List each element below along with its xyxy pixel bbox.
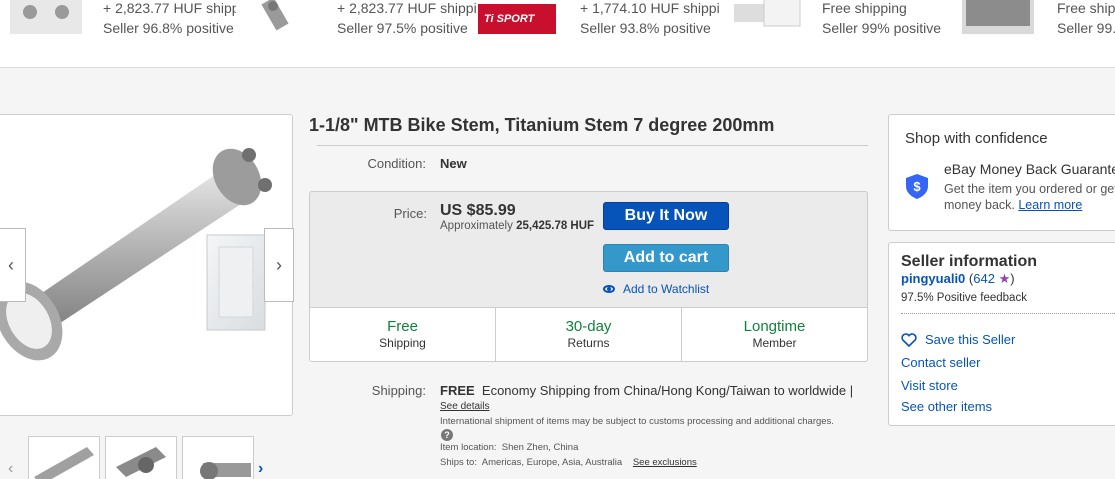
feature-big: 30-day (565, 318, 612, 335)
carousel-shipping-3: + 1,774.10 HUF shipping (580, 0, 720, 16)
carousel-thumb-5[interactable] (962, 0, 1034, 34)
carousel-thumb-3[interactable]: Ti SPORT (478, 0, 556, 34)
carousel-item-3[interactable]: + 1,774.10 HUF shipping Seller 93.8% pos… (580, 0, 720, 38)
carousel-seller-4: Seller 99% positive (822, 20, 942, 36)
add-to-cart-button[interactable]: Add to cart (603, 244, 729, 272)
shipping-free: FREE (440, 383, 475, 398)
feedback-count-link[interactable]: 642 (973, 271, 995, 286)
shop-with-confidence-panel: Shop with confidence $ eBay Money Back G… (888, 114, 1115, 231)
thumb-next-arrow[interactable]: › (258, 460, 263, 478)
visit-store-link[interactable]: Visit store (901, 378, 958, 393)
item-location: Item location: Shen Zhen, China (440, 442, 578, 453)
price-value: US $85.99 (440, 202, 516, 219)
contact-seller-link[interactable]: Contact seller (901, 355, 980, 370)
carousel-shipping-5: Free shipping (1057, 0, 1115, 16)
chevron-right-icon: › (258, 460, 264, 477)
feature-small: Returns (567, 336, 610, 350)
carousel-thumb-2[interactable] (238, 0, 316, 34)
add-to-watchlist-link[interactable]: Add to Watchlist (603, 282, 709, 296)
chevron-left-icon: ‹ (8, 460, 14, 477)
title-divider (317, 145, 868, 146)
seller-feedback: 97.5% Positive feedback (901, 292, 1027, 304)
feature-big: Longtime (743, 318, 806, 335)
seller-information-panel: Seller information pingyuali0 (642 ★) 97… (888, 242, 1115, 426)
buy-it-now-button[interactable]: Buy It Now (603, 202, 729, 230)
feature-strip: Free Shipping 30-day Returns Longtime Me… (310, 307, 867, 361)
thumbnail-1[interactable] (28, 436, 100, 479)
ti-sport-logo-text: Ti SPORT (484, 13, 536, 25)
ships-to-value: Americas, Europe, Asia, Australia (481, 457, 623, 468)
feature-returns: 30-day Returns (496, 308, 682, 361)
carousel-seller-3: Seller 93.8% positive (580, 20, 711, 36)
intl-shipment-note: International shipment of items may be s… (440, 416, 834, 427)
see-exclusions-link[interactable]: See exclusions (633, 457, 697, 468)
prev-image-button[interactable]: ‹ (0, 228, 26, 302)
watchlist-label: Add to Watchlist (623, 282, 710, 296)
carousel-seller-1: Seller 96.8% positive (103, 20, 234, 36)
thumbnail-2[interactable] (105, 436, 177, 479)
carousel-item-5[interactable]: Free shipping Seller 99.5% positive (1057, 0, 1115, 38)
svg-text:$: $ (913, 179, 921, 194)
price-label: Price: (393, 206, 427, 221)
feature-shipping: Free Shipping (310, 308, 496, 361)
chevron-left-icon: ‹ (8, 254, 14, 275)
main-product-image[interactable] (0, 114, 293, 416)
price-approx: Approximately 25,425.78 HUF (440, 220, 594, 232)
thumbnail-3[interactable] (182, 436, 254, 479)
thumb-prev-arrow[interactable]: ‹ (8, 460, 13, 478)
price-box: Price: US $85.99 Approximately 25,425.78… (309, 191, 868, 362)
carousel-seller-5: Seller 99.5% positive (1057, 20, 1115, 36)
feature-small: Member (752, 336, 797, 350)
carousel-item-1[interactable]: + 2,823.77 HUF shipping Seller 96.8% pos… (103, 0, 236, 38)
seller-name-link[interactable]: pingyuali0 (901, 271, 965, 286)
condition-value: New (440, 156, 467, 171)
shield-icon: $ (906, 174, 928, 199)
carousel-shipping-1: + 2,823.77 HUF shipping (103, 0, 236, 16)
save-seller-label: Save this Seller (925, 332, 1016, 347)
help-icon[interactable]: ? (441, 429, 453, 441)
save-seller-link[interactable]: Save this Seller (901, 332, 1015, 347)
carousel-thumb-4[interactable] (724, 0, 802, 34)
carousel-item-2[interactable]: + 2,823.77 HUF shipping Seller 97.5% pos… (337, 0, 477, 38)
item-title: 1-1/8" MTB Bike Stem, Titanium Stem 7 de… (309, 115, 775, 135)
shipping-desc: Economy Shipping from China/Hong Kong/Ta… (481, 383, 854, 398)
money-back-heading: eBay Money Back Guarantee (944, 161, 1115, 177)
seller-name-row: pingyuali0 (642 ★) (901, 271, 1015, 286)
seller-divider (901, 313, 1115, 314)
chevron-right-icon: › (276, 254, 282, 275)
ships-to: Ships to: Americas, Europe, Asia, Austra… (440, 457, 697, 468)
see-other-items-link[interactable]: See other items (901, 399, 992, 414)
shipping-label: Shipping: (371, 383, 426, 398)
feature-big: Free (387, 318, 418, 335)
learn-more-link[interactable]: Learn more (1018, 198, 1082, 212)
heart-icon (901, 332, 917, 347)
ships-to-label: Ships to: (440, 457, 477, 468)
eye-icon (603, 285, 615, 293)
carousel-thumb-1[interactable] (10, 0, 88, 34)
carousel-shipping-2: + 2,823.77 HUF shipping (337, 0, 477, 16)
next-image-button[interactable]: › (264, 228, 294, 302)
similar-items-carousel: + 2,823.77 HUF shipping Seller 96.8% pos… (0, 0, 1115, 68)
approx-prefix: Approximately (440, 220, 513, 232)
star-icon: ★ (998, 271, 1011, 286)
carousel-item-4[interactable]: Free shipping Seller 99% positive (822, 0, 962, 38)
seller-info-title: Seller information (901, 253, 1038, 270)
carousel-shipping-4: Free shipping (822, 0, 907, 16)
shipping-summary: FREE Economy Shipping from China/Hong Ko… (440, 383, 853, 398)
see-details-link[interactable]: See details (440, 401, 489, 412)
feature-small: Shipping (379, 336, 426, 350)
titanium-stem-image (0, 115, 292, 415)
condition-label: Condition: (367, 156, 426, 171)
money-back-desc-line1: Get the item you ordered or get your (944, 182, 1115, 196)
money-back-desc: Get the item you ordered or get your mon… (944, 181, 1115, 213)
carousel-seller-2: Seller 97.5% positive (337, 20, 468, 36)
money-back-desc-line2: money back. (944, 198, 1015, 212)
location-value: Shen Zhen, China (501, 442, 579, 453)
divider-band (0, 68, 1115, 94)
location-label: Item location: (440, 442, 497, 453)
approx-value: 25,425.78 HUF (516, 220, 595, 232)
feature-member: Longtime Member (682, 308, 867, 361)
confidence-title: Shop with confidence (905, 130, 1048, 147)
